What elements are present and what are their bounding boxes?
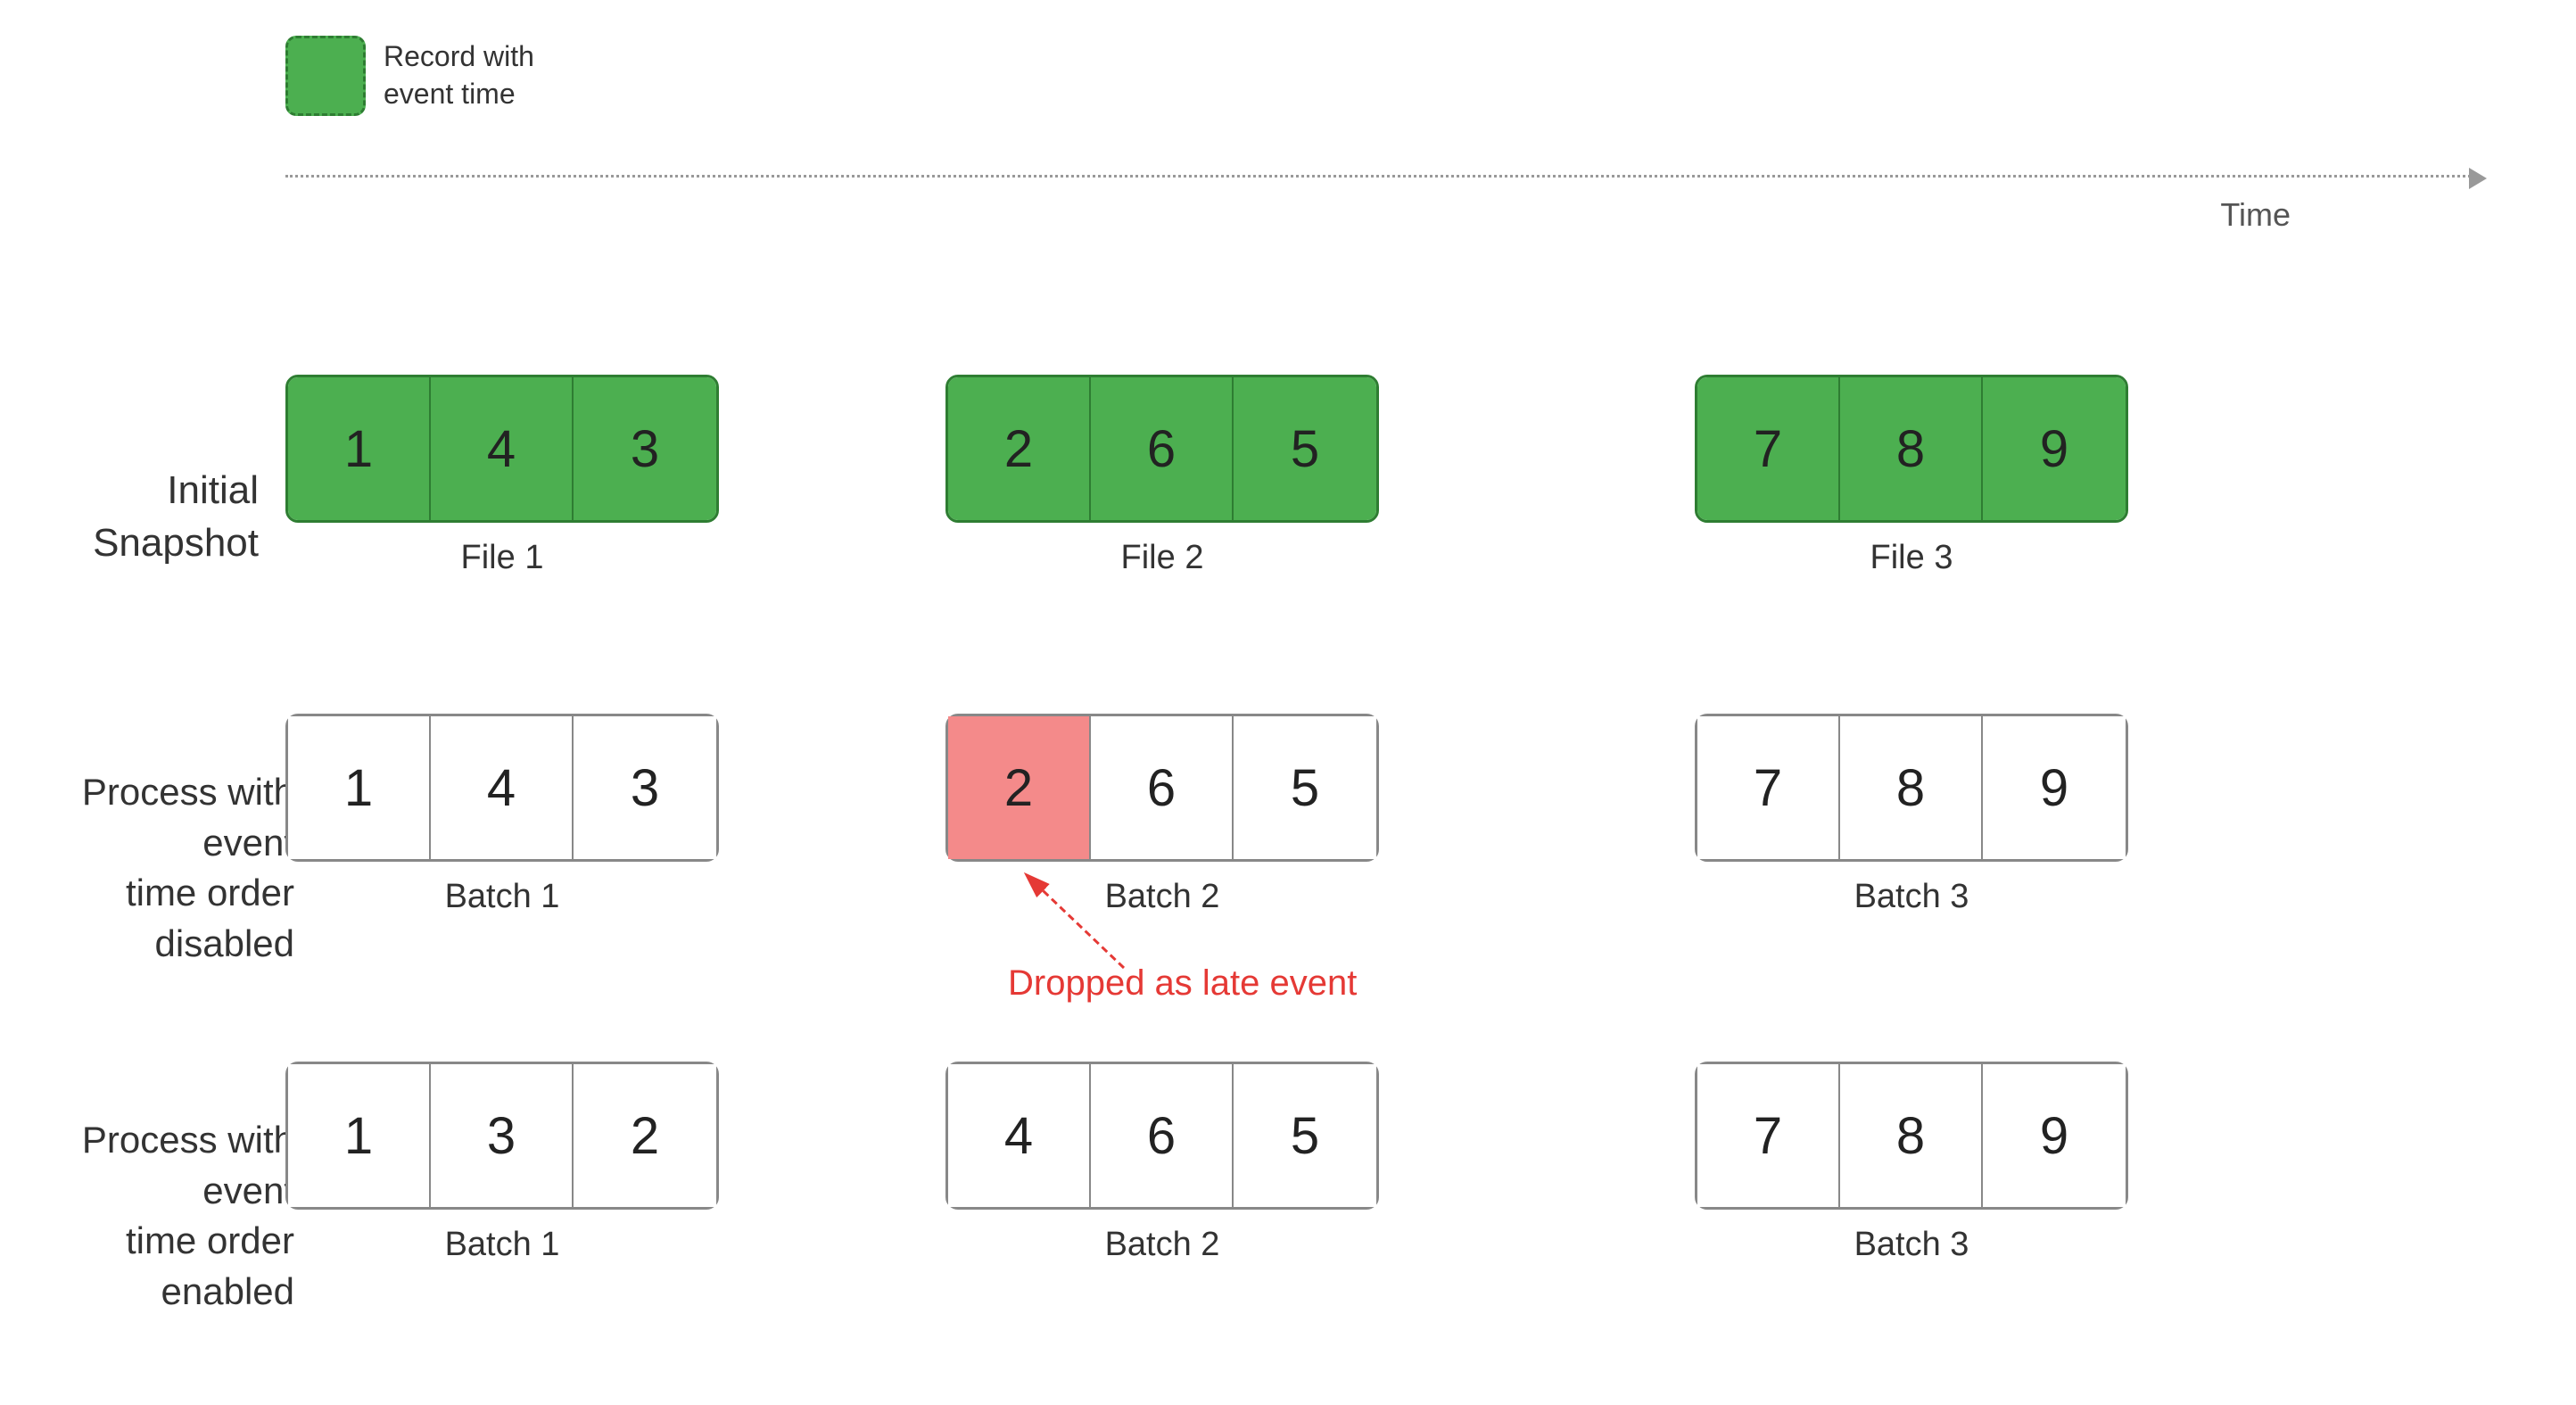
enabled-batch2-label: Batch 2 xyxy=(1105,1226,1220,1264)
row-label-disabled: Process with eventtime order disabled xyxy=(27,767,294,970)
disabled-batch1-cell-1: 1 xyxy=(288,716,431,859)
legend-text: Record withevent time xyxy=(384,38,534,112)
file1-label: File 1 xyxy=(461,539,544,577)
file1-cells: 1 4 3 xyxy=(285,375,719,523)
enabled-batch3-cells: 7 8 9 xyxy=(1695,1062,2128,1210)
enabled-batch2-cells: 4 6 5 xyxy=(945,1062,1379,1210)
enabled-batch1-cell-3: 3 xyxy=(431,1064,574,1207)
disabled-batch3-cell-9: 9 xyxy=(1983,716,2126,859)
file2-cell-6: 6 xyxy=(1091,377,1234,520)
disabled-batch3-cell-8: 8 xyxy=(1840,716,1983,859)
file1-cell-1: 1 xyxy=(288,377,431,520)
enabled-batch3-cell-7: 7 xyxy=(1697,1064,1840,1207)
disabled-batch3-label: Batch 3 xyxy=(1854,878,1969,916)
enabled-batch3-cell-9: 9 xyxy=(1983,1064,2126,1207)
disabled-batch1-cells: 1 4 3 xyxy=(285,714,719,862)
timeline-label: Time xyxy=(2220,196,2291,234)
disabled-batch2-cells: 2 6 5 xyxy=(945,714,1379,862)
group-disabled-batch3: 7 8 9 Batch 3 xyxy=(1695,714,2128,916)
disabled-batch2-cell-5: 5 xyxy=(1234,716,1376,859)
file1-cell-4: 4 xyxy=(431,377,574,520)
disabled-batch3-cells: 7 8 9 xyxy=(1695,714,2128,862)
enabled-batch3-cell-8: 8 xyxy=(1840,1064,1983,1207)
group-enabled-batch1: 1 3 2 Batch 1 xyxy=(285,1062,719,1264)
enabled-batch2-cell-5: 5 xyxy=(1234,1064,1376,1207)
group-file2: 2 6 5 File 2 xyxy=(945,375,1379,577)
disabled-batch1-cell-4: 4 xyxy=(431,716,574,859)
file3-cells: 7 8 9 xyxy=(1695,375,2128,523)
disabled-batch3-cell-7: 7 xyxy=(1697,716,1840,859)
group-enabled-batch2: 4 6 5 Batch 2 xyxy=(945,1062,1379,1264)
enabled-batch3-label: Batch 3 xyxy=(1854,1226,1969,1264)
enabled-batch1-cell-1: 1 xyxy=(288,1064,431,1207)
group-disabled-batch1: 1 4 3 Batch 1 xyxy=(285,714,719,916)
disabled-batch1-label: Batch 1 xyxy=(445,878,560,916)
file2-label: File 2 xyxy=(1121,539,1204,577)
disabled-batch2-cell-6: 6 xyxy=(1091,716,1234,859)
disabled-batch2-cell-2: 2 xyxy=(948,716,1091,859)
timeline-line xyxy=(285,175,2471,178)
disabled-batch1-cell-3: 3 xyxy=(574,716,716,859)
enabled-batch2-cell-6: 6 xyxy=(1091,1064,1234,1207)
timeline-arrow-icon xyxy=(2469,168,2487,189)
group-disabled-batch2: 2 6 5 Batch 2 xyxy=(945,714,1379,916)
file3-label: File 3 xyxy=(1870,539,1953,577)
diagram: Record withevent time Time InitialSnapsh… xyxy=(0,0,2576,1405)
enabled-batch1-cells: 1 3 2 xyxy=(285,1062,719,1210)
file1-cell-3: 3 xyxy=(574,377,716,520)
legend: Record withevent time xyxy=(285,36,534,116)
enabled-batch2-cell-4: 4 xyxy=(948,1064,1091,1207)
enabled-batch1-cell-2: 2 xyxy=(574,1064,716,1207)
row-label-initial: InitialSnapshot xyxy=(27,464,259,570)
enabled-batch1-label: Batch 1 xyxy=(445,1226,560,1264)
timeline xyxy=(285,174,2471,178)
file3-cell-7: 7 xyxy=(1697,377,1840,520)
disabled-batch2-label: Batch 2 xyxy=(1105,878,1220,916)
row-label-enabled: Process with eventtime order enabled xyxy=(27,1115,294,1318)
dropped-label: Dropped as late event xyxy=(1008,963,1357,1004)
file2-cell-2: 2 xyxy=(948,377,1091,520)
group-enabled-batch3: 7 8 9 Batch 3 xyxy=(1695,1062,2128,1264)
group-file3: 7 8 9 File 3 xyxy=(1695,375,2128,577)
file2-cells: 2 6 5 xyxy=(945,375,1379,523)
file3-cell-9: 9 xyxy=(1983,377,2126,520)
group-file1: 1 4 3 File 1 xyxy=(285,375,719,577)
file3-cell-8: 8 xyxy=(1840,377,1983,520)
legend-record-box xyxy=(285,36,366,116)
file2-cell-5: 5 xyxy=(1234,377,1376,520)
